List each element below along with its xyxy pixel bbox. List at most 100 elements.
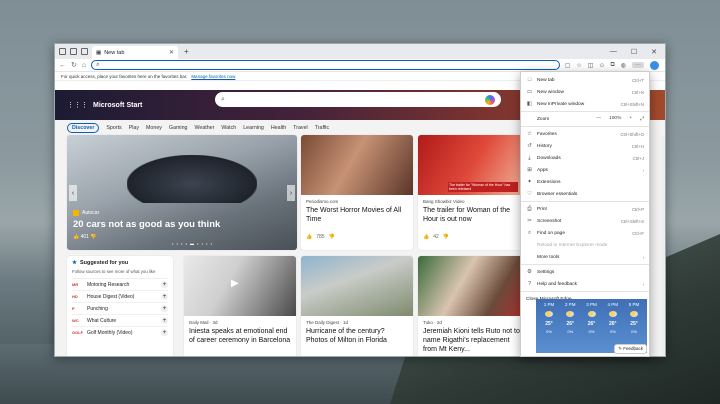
like-icon[interactable]: 👍 [73, 234, 79, 240]
menu-item-new-window[interactable]: ▭ New window Ctrl+N [521, 86, 649, 98]
apps-grid-icon[interactable]: ⋮⋮⋮ [67, 101, 88, 109]
back-icon[interactable]: ← [59, 62, 66, 69]
settings-more-button[interactable]: ··· [632, 62, 644, 68]
tab-health[interactable]: Health [271, 125, 286, 131]
menu-text: 5 PM [628, 302, 640, 307]
news-card[interactable]: Tuko · 2d Jeremiah Kioni tells Ruto not … [418, 256, 530, 356]
close-window-button[interactable]: ✕ [651, 48, 657, 56]
dislike-icon[interactable]: 👎 [90, 234, 96, 240]
list-item[interactable]: MR Motoring Research + [72, 278, 168, 290]
suggested-panel: ★ Suggested for you Follow sources to see… [67, 256, 173, 356]
hero-likes: 401 [80, 234, 89, 240]
tab-learning[interactable]: Learning [243, 125, 264, 131]
tab-discover[interactable]: Discover [67, 123, 100, 133]
read-aloud-icon[interactable]: ▢ [565, 62, 571, 69]
tab-weather[interactable]: Weather [194, 125, 214, 131]
home-icon[interactable]: ⌂ [82, 62, 86, 69]
menu-item-favorites[interactable]: ☆ Favorites Ctrl+Shift+O [521, 128, 649, 140]
partly-sunny-icon [608, 311, 617, 317]
copilot-icon[interactable]: ◍ [621, 62, 626, 69]
tab-close-icon[interactable]: ✕ [169, 49, 174, 56]
follow-plus-icon[interactable]: + [161, 293, 168, 300]
list-item[interactable]: WC What Culture + [72, 314, 168, 326]
play-icon[interactable]: ▶ [231, 278, 239, 289]
menu-text: Apps [537, 167, 548, 173]
list-item[interactable]: P Punching + [72, 302, 168, 314]
news-image [418, 256, 530, 316]
news-card[interactable]: ▶ Daily Mail · 3d Iniesta speaks at emot… [184, 256, 296, 356]
copilot-logo-icon[interactable] [485, 94, 495, 105]
tab-actions-icon[interactable] [81, 48, 88, 55]
menu-text: Ctrl+J [632, 155, 644, 161]
split-screen-icon[interactable]: ◫ [588, 62, 594, 69]
collections-icon[interactable]: ⧉ [610, 62, 614, 69]
minimize-button[interactable]: — [610, 48, 617, 56]
tab-watch[interactable]: Watch [221, 125, 236, 131]
tab-gaming[interactable]: Gaming [169, 125, 188, 131]
workspaces-icon[interactable] [70, 48, 77, 55]
tab-money[interactable]: Money [146, 125, 162, 131]
tab-sports[interactable]: Sports [106, 125, 121, 131]
avatar[interactable] [650, 60, 659, 70]
follow-plus-icon[interactable]: + [161, 329, 168, 336]
menu-item-find[interactable]: ⌕ Find on page Ctrl+F [521, 227, 649, 239]
refresh-icon[interactable]: ↻ [71, 61, 77, 69]
hero-news-card[interactable]: ‹ › Autocar 20 cars not as good as you t… [67, 135, 297, 250]
dislike-icon[interactable]: 👎 [329, 234, 335, 240]
menu-item-print[interactable]: ⎙ Print Ctrl+P [521, 203, 649, 215]
menu-text: New InPrivate window [537, 101, 585, 107]
tab-new-tab[interactable]: ▦ New tab ✕ [92, 46, 178, 59]
fullscreen-icon[interactable]: ⤢ [640, 116, 644, 122]
like-icon[interactable]: 👍 [306, 234, 312, 240]
list-item[interactable]: HD House Digest (Video) + [72, 290, 168, 302]
carousel-dots[interactable]: • • • • ▬ • • • • [172, 241, 213, 246]
divider [521, 111, 649, 112]
address-input[interactable]: ⌕ [91, 60, 560, 70]
menu-item-history[interactable]: ↺ History Ctrl+H [521, 140, 649, 152]
zoom-level: 100% [609, 116, 622, 121]
menu-text: Favorites [537, 131, 557, 137]
tab-play[interactable]: Play [129, 125, 139, 131]
web-search-box[interactable]: ⌕ [215, 92, 501, 107]
source-name: What Culture [87, 317, 117, 324]
download-icon: ⤓ [528, 154, 531, 161]
favorite-star-icon[interactable]: ☆ [576, 62, 581, 69]
follow-plus-icon[interactable]: + [161, 305, 168, 312]
tab-travel[interactable]: Travel [293, 125, 308, 131]
manage-favorites-link[interactable]: Manage favorites now [191, 74, 235, 79]
zoom-out-button[interactable]: — [596, 116, 601, 122]
carousel-prev-icon[interactable]: ‹ [69, 185, 77, 201]
news-image [301, 256, 413, 316]
profile-icon[interactable] [59, 48, 66, 55]
follow-plus-icon[interactable]: + [161, 317, 168, 324]
news-card[interactable]: The Daily Digest · 1d Hurricane of the c… [301, 256, 413, 356]
menu-item-extensions[interactable]: ✦ Extensions [521, 176, 649, 188]
menu-item-help[interactable]: ? Help and feedback › [521, 278, 649, 290]
follow-plus-icon[interactable]: + [161, 281, 168, 288]
favorites-icon[interactable]: ✩ [599, 62, 604, 69]
menu-item-apps[interactable]: ⊞ Apps › [521, 164, 649, 176]
news-card[interactable]: Periodismo.com The Worst Horror Movies o… [301, 135, 413, 250]
menu-item-screenshot[interactable]: ✂ Screenshot Ctrl+Shift+S [521, 215, 649, 227]
divider [521, 264, 649, 265]
menu-item-settings[interactable]: ⚙ Settings [521, 266, 649, 278]
list-item[interactable]: GOLF Golf Monthly (Video) + [72, 326, 168, 338]
carousel-next-icon[interactable]: › [287, 185, 295, 201]
gear-icon: ⚙ [527, 269, 532, 275]
tab-traffic[interactable]: Traffic [315, 125, 329, 131]
menu-item-more-tools[interactable]: More tools › [521, 251, 649, 263]
favorites-icon: ☆ [527, 131, 532, 137]
feedback-button[interactable]: ✎ Feedback [614, 344, 647, 354]
like-icon[interactable]: 👍 [423, 234, 429, 240]
new-tab-button[interactable]: + [184, 47, 189, 56]
zoom-in-button[interactable]: + [629, 116, 632, 122]
menu-item-inprivate[interactable]: ◧ New InPrivate window Ctrl+Shift+N [521, 98, 649, 110]
menu-item-new-tab[interactable]: □ New tab Ctrl+T [521, 74, 649, 86]
menu-item-browser-essentials[interactable]: ♡ Browser essentials [521, 188, 649, 200]
dislike-icon[interactable]: 👎 [443, 234, 449, 240]
menu-item-downloads[interactable]: ⤓ Downloads Ctrl+J [521, 152, 649, 164]
menu-item-ie-mode: Reload in Internet Explorer mode [521, 239, 649, 251]
news-card[interactable]: The trailer for "Woman of the Hour" has … [418, 135, 530, 250]
maximize-button[interactable]: ☐ [631, 48, 637, 56]
page-scrollbar[interactable] [662, 136, 665, 356]
